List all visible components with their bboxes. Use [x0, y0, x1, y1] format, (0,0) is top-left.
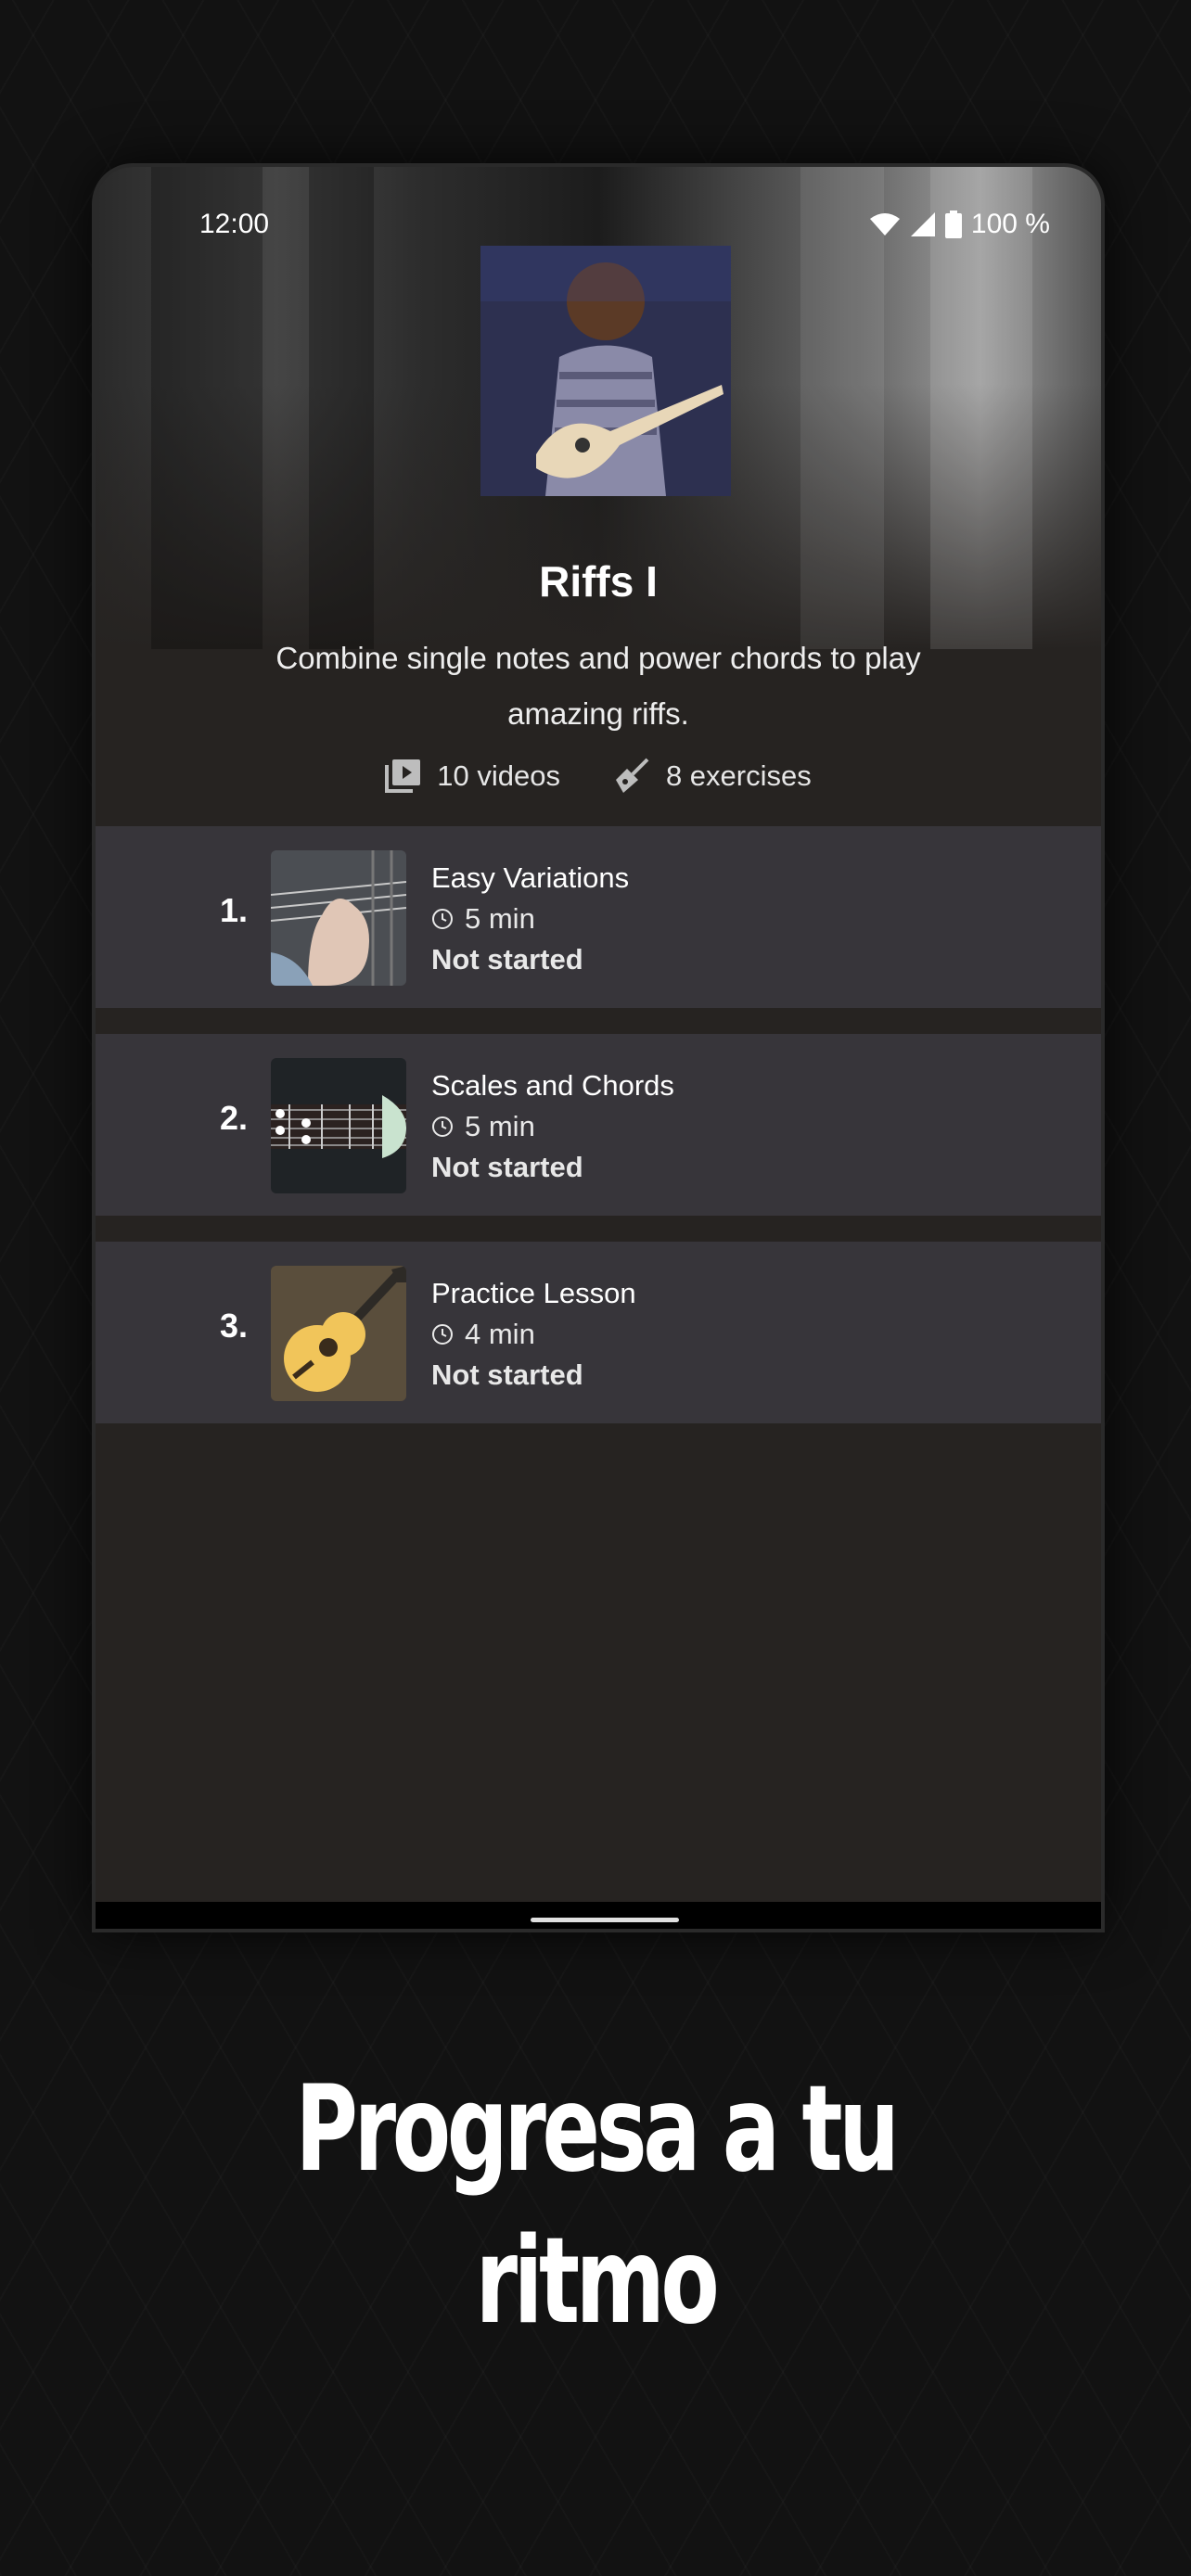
course-cover-image: [480, 246, 731, 496]
course-title: Riffs I: [539, 557, 658, 606]
exercises-label: 8 exercises: [665, 759, 812, 792]
lesson-title: Easy Variations: [431, 861, 630, 894]
course-meta: 10 videos 8 exercises: [96, 758, 1101, 795]
signal-icon: [910, 212, 935, 236]
status-time: 12:00: [199, 209, 270, 239]
lesson-thumbnail: [271, 1266, 406, 1401]
lesson-list: 1. Easy Variations 5 min Not started 2.: [96, 826, 1101, 1449]
promo-line-1: Progresa a tu: [295, 2060, 899, 2199]
promo-line-2: ritmo: [475, 2213, 720, 2351]
exercises-count: 8 exercises: [612, 758, 812, 795]
promo-headline: Progresa a tu ritmo: [167, 2054, 1024, 2358]
videos-count: 10 videos: [385, 758, 560, 795]
lesson-status: Not started: [431, 1151, 583, 1183]
clock-icon: [432, 1324, 453, 1345]
status-icons: 100 %: [869, 209, 1050, 240]
lesson-thumbnail: [271, 850, 406, 986]
battery-percent: 100 %: [970, 209, 1050, 239]
battery-icon: [944, 210, 962, 238]
lesson-status: Not started: [431, 943, 583, 976]
lesson-duration: 5 min: [431, 1110, 535, 1143]
clock-icon: [432, 909, 453, 929]
lesson-thumbnail: [271, 1058, 406, 1193]
videos-label: 10 videos: [437, 759, 560, 792]
lesson-number: 1.: [220, 891, 249, 929]
lesson-duration-value: 5 min: [465, 902, 535, 935]
navigation-bar: [96, 1902, 1101, 1929]
lesson-status: Not started: [431, 1358, 583, 1391]
lesson-row[interactable]: 2. Scales and Chords 5 min Not started: [96, 1034, 1101, 1216]
course-description: Combine single notes and power chords to…: [275, 641, 921, 731]
lesson-row[interactable]: 1. Easy Variations 5 min Not started: [96, 826, 1101, 1008]
lesson-duration: 5 min: [431, 902, 535, 936]
lesson-duration-value: 5 min: [465, 1110, 535, 1142]
lesson-duration: 4 min: [431, 1318, 535, 1351]
lesson-number: 3.: [220, 1307, 249, 1345]
clock-icon: [432, 1116, 453, 1137]
lesson-row[interactable]: 3. Practice Lesson 4 min Not started: [96, 1242, 1101, 1423]
lesson-title: Scales and Chords: [431, 1069, 674, 1102]
lesson-duration-value: 4 min: [465, 1318, 535, 1350]
guitar-icon: [615, 758, 649, 793]
home-indicator[interactable]: [531, 1918, 679, 1922]
device-frame: 12:00 100 % Riffs I Combine single notes…: [96, 167, 1101, 1929]
guitarist-illustration: [480, 246, 731, 496]
video-library-icon: [385, 759, 421, 793]
lesson-title: Practice Lesson: [431, 1277, 636, 1309]
wifi-icon: [869, 213, 900, 236]
lesson-number: 2.: [220, 1099, 249, 1137]
